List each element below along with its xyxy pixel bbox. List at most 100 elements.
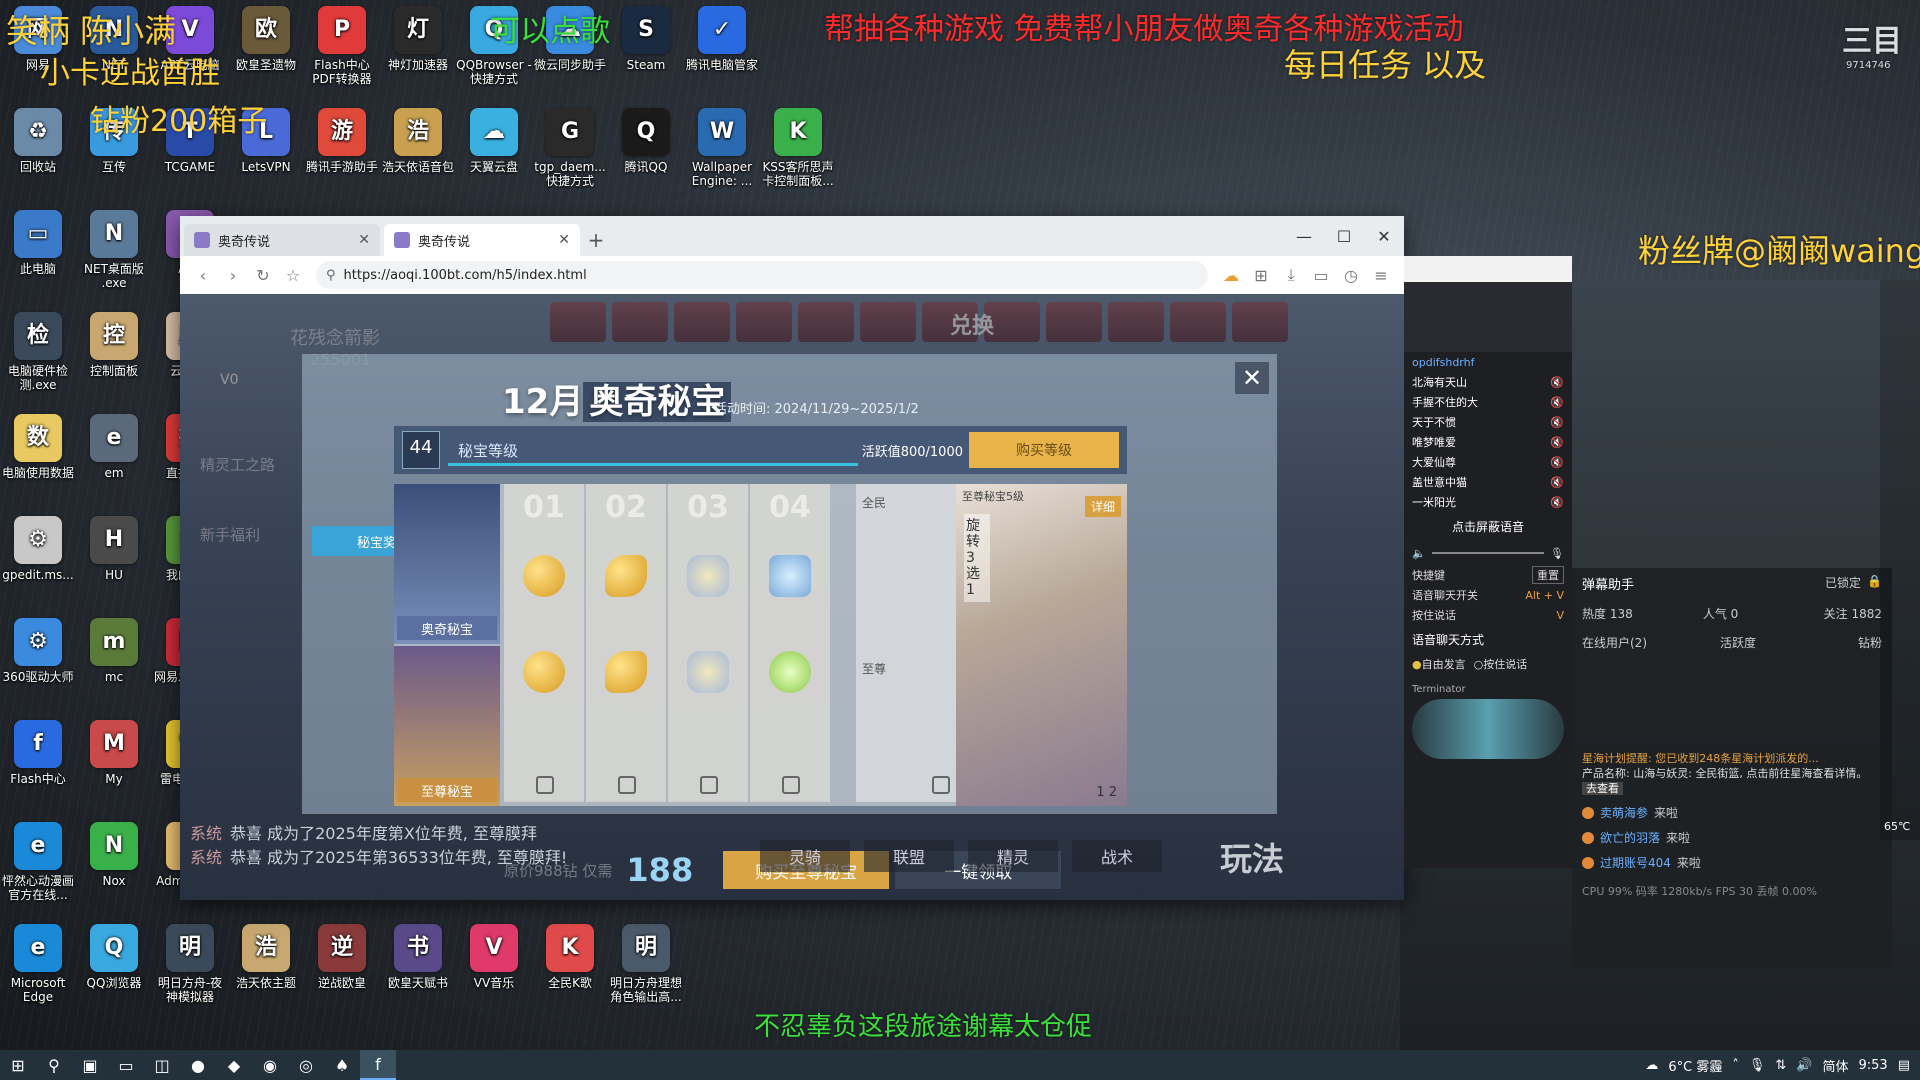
chevron-up-icon[interactable]: ˄ bbox=[1732, 1058, 1739, 1073]
start-icon[interactable]: ⊞ bbox=[0, 1050, 36, 1080]
address-bar[interactable]: ⚲ https://aoqi.100bt.com/h5/index.html bbox=[316, 261, 1208, 289]
go-view-link[interactable]: 去查看 bbox=[1582, 782, 1623, 795]
minimize-button[interactable]: — bbox=[1284, 216, 1324, 256]
speaker-icon[interactable]: 🔈 bbox=[1412, 547, 1426, 560]
live-user-row[interactable]: 唯梦唯爱 🔇 bbox=[1404, 432, 1572, 452]
desktop-icon[interactable]: ♻ 回收站 bbox=[0, 108, 76, 174]
reward-column-2[interactable]: 02 bbox=[586, 484, 666, 802]
bonus-column[interactable]: 全民 至尊 bbox=[856, 484, 956, 802]
menu-icon[interactable]: ≡ bbox=[1366, 260, 1396, 290]
cloud-icon[interactable]: ☁ bbox=[1216, 260, 1246, 290]
push-mode-radio[interactable]: ○ bbox=[1474, 658, 1484, 671]
history-icon[interactable]: ◷ bbox=[1336, 260, 1366, 290]
mic-tray-icon[interactable]: 🎙 bbox=[1749, 1058, 1766, 1073]
live-user-row[interactable]: 天于不惯 🔇 bbox=[1404, 412, 1572, 432]
mute-icon[interactable]: 🔇 bbox=[1550, 496, 1564, 509]
clock[interactable]: 9:53 bbox=[1859, 1058, 1888, 1073]
desktop-icon[interactable]: H HU bbox=[76, 516, 152, 582]
viewer-name[interactable]: 过期账号404 bbox=[1600, 854, 1671, 871]
tab-aoqi-2[interactable]: 奥奇传说 ✕ bbox=[384, 224, 580, 256]
live-user-row[interactable]: 北海有天山 🔇 bbox=[1404, 372, 1572, 392]
desktop-icon[interactable]: ⚙ gpedit.ms... bbox=[0, 516, 76, 582]
nav-mount[interactable]: 灵骑 bbox=[760, 840, 850, 872]
desktop-icon[interactable]: Q QQ浏览器 bbox=[76, 924, 152, 990]
close-tab-icon[interactable]: ✕ bbox=[558, 232, 570, 248]
explorer-icon[interactable]: ▭ bbox=[108, 1050, 144, 1080]
desktop-icon[interactable]: 浩浩天依语音包 bbox=[380, 108, 456, 174]
live-user-row[interactable]: 大爱仙尊 🔇 bbox=[1404, 452, 1572, 472]
download-icon[interactable]: ⤓ bbox=[1276, 260, 1306, 290]
desktop-icon[interactable]: e Microsoft Edge bbox=[0, 924, 76, 1004]
lang-indicator[interactable]: 简体 bbox=[1822, 1056, 1848, 1075]
reload-button[interactable]: ↻ bbox=[248, 260, 278, 290]
featured-reward-art[interactable]: 至尊秘宝5级 详细 旋转3选1 1 2 bbox=[956, 484, 1127, 806]
app-icon[interactable]: ● bbox=[180, 1050, 216, 1080]
desktop-icon[interactable]: f Flash中心 bbox=[0, 720, 76, 786]
collections-icon[interactable]: ▭ bbox=[1306, 260, 1336, 290]
extensions-icon[interactable]: ⊞ bbox=[1246, 260, 1276, 290]
voice-toggle-key[interactable]: Alt + V bbox=[1525, 589, 1564, 602]
app-icon[interactable]: ♠ bbox=[324, 1050, 360, 1080]
reward-column-3[interactable]: 03 bbox=[668, 484, 748, 802]
desktop-icon[interactable]: N NET桌面版 .exe bbox=[76, 210, 152, 290]
search-icon[interactable]: ⚲ bbox=[36, 1050, 72, 1080]
desktop-icon[interactable]: ▭ 此电脑 bbox=[0, 210, 76, 276]
nav-spirit[interactable]: 精灵 bbox=[968, 840, 1058, 872]
desktop-icon[interactable]: 明明日方舟-夜神模拟器 bbox=[152, 924, 228, 1004]
tab-online-users[interactable]: 在线用户(2) bbox=[1582, 634, 1720, 651]
free-talk-radio[interactable]: ● bbox=[1412, 658, 1422, 671]
mute-icon[interactable]: 🔇 bbox=[1550, 416, 1564, 429]
live-user-row[interactable]: 盖世意中猫 🔇 bbox=[1404, 472, 1572, 492]
close-window-button[interactable]: ✕ bbox=[1364, 216, 1404, 256]
desktop-icon[interactable]: S Steam bbox=[608, 6, 684, 72]
push-talk-key[interactable]: V bbox=[1556, 609, 1564, 622]
desktop-icon[interactable]: ⚙ 360驱动大师 bbox=[0, 618, 76, 684]
live-user-row[interactable]: 手握不住的大 🔇 bbox=[1404, 392, 1572, 412]
weather-icon[interactable]: ☁ bbox=[1645, 1058, 1658, 1073]
app-icon[interactable]: ◉ bbox=[252, 1050, 288, 1080]
desktop-icon[interactable]: Q 腾讯QQ bbox=[608, 108, 684, 174]
desktop-icon[interactable]: 书欧皇天赋书 bbox=[380, 924, 456, 990]
volume-icon[interactable]: 🔊 bbox=[1796, 1058, 1812, 1073]
nav-alliance[interactable]: 联盟 bbox=[864, 840, 954, 872]
close-modal-button[interactable]: ✕ bbox=[1235, 362, 1269, 394]
live-user-row[interactable]: 一米阳光 🔇 bbox=[1404, 492, 1572, 512]
back-button[interactable]: ‹ bbox=[188, 260, 218, 290]
reward-column-4[interactable]: 04 bbox=[750, 484, 830, 802]
desktop-icon[interactable]: ✓ 腾讯电脑管家 bbox=[684, 6, 760, 72]
notification-icon[interactable]: ▤ bbox=[1898, 1058, 1910, 1073]
desktop-icon[interactable]: ☁ 天翼云盘 bbox=[456, 108, 532, 174]
desktop-icon[interactable]: W Wallpaper Engine: ... bbox=[684, 108, 760, 188]
network-icon[interactable]: ⇅ bbox=[1775, 1058, 1786, 1073]
app-icon[interactable]: ◎ bbox=[288, 1050, 324, 1080]
task-view-icon[interactable]: ▣ bbox=[72, 1050, 108, 1080]
mute-icon[interactable]: 🔇 bbox=[1550, 436, 1564, 449]
buy-level-button[interactable]: 购买等级 bbox=[969, 432, 1119, 468]
volume-slider[interactable] bbox=[1431, 552, 1545, 554]
desktop-icon[interactable]: 游腾讯手游助手 bbox=[304, 108, 380, 174]
mute-icon[interactable]: 🔇 bbox=[1550, 456, 1564, 469]
mute-icon[interactable]: 🔇 bbox=[1550, 396, 1564, 409]
desktop-icon[interactable]: 检电脑硬件检测.exe bbox=[0, 312, 76, 392]
hotkey-reset-button[interactable]: 重置 bbox=[1532, 566, 1564, 584]
flash-app-icon[interactable]: f bbox=[360, 1050, 396, 1080]
desktop-icon[interactable]: 控控制面板 bbox=[76, 312, 152, 378]
tab-diamond[interactable]: 钻粉 bbox=[1858, 634, 1882, 651]
viewer-name[interactable]: 卖萌海参 bbox=[1600, 804, 1648, 821]
detail-button[interactable]: 详细 bbox=[1084, 496, 1121, 517]
game-canvas[interactable]: 花残念箭影 255001 V0 精灵工之路 新手福利 兑换 12月奥奇秘宝 活动… bbox=[180, 294, 1404, 900]
mute-icon[interactable]: 🔇 bbox=[1550, 376, 1564, 389]
desktop-icon[interactable]: 灯神灯加速器 bbox=[380, 6, 456, 72]
close-tab-icon[interactable]: ✕ bbox=[358, 232, 370, 248]
desktop-icon[interactable]: 明明日方舟理想角色输出高... bbox=[608, 924, 684, 1004]
desktop-icon[interactable]: Gtgp_daem... 快捷方式 bbox=[532, 108, 608, 188]
desktop-icon[interactable]: m mc bbox=[76, 618, 152, 684]
desktop-icon[interactable]: e 怦然心动漫画官方在线... bbox=[0, 822, 76, 902]
bookmark-star-icon[interactable]: ☆ bbox=[278, 260, 308, 290]
weather-text[interactable]: 6°C 雾霾 bbox=[1668, 1056, 1722, 1075]
maximize-button[interactable]: ☐ bbox=[1324, 216, 1364, 256]
nav-tactics[interactable]: 战术 bbox=[1072, 840, 1162, 872]
mic-icon[interactable]: 🎙 bbox=[1550, 547, 1564, 560]
desktop-icon[interactable]: M My bbox=[76, 720, 152, 786]
desktop-icon[interactable]: P Flash中心 PDF转换器 bbox=[304, 6, 380, 86]
